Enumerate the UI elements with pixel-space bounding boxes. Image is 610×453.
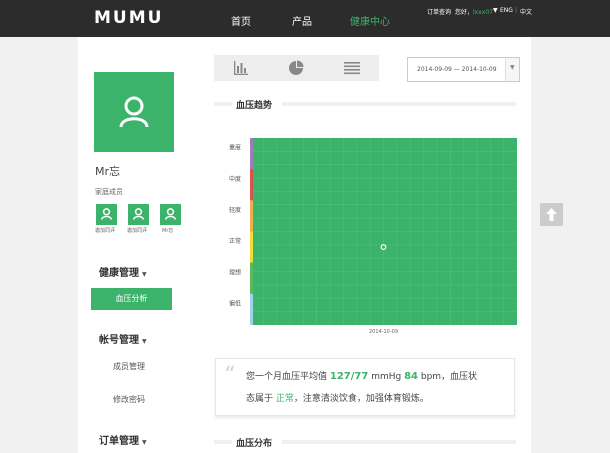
family-member-avatar[interactable]	[96, 204, 117, 225]
lang-cn-link[interactable]: 中文	[520, 7, 532, 16]
category-band	[250, 262, 253, 294]
category-band	[250, 293, 253, 325]
y-tick-label: 理想	[229, 268, 241, 276]
user-icon	[119, 96, 149, 128]
chevron-down-icon: ▼	[142, 439, 147, 446]
y-tick-label: 偏低	[229, 299, 241, 307]
family-member-avatar[interactable]	[128, 204, 149, 225]
arrow-up-icon	[546, 208, 557, 221]
summary-line-1: 您一个月血压平均值 127/77 mmHg 84 bpm，血压状	[246, 369, 477, 382]
summary-line-2: 态属于 正常，注意清淡饮食，加强体育锻炼。	[246, 391, 429, 404]
user-icon	[101, 208, 112, 220]
y-tick-label: 重度	[229, 144, 241, 152]
bp-summary-card	[215, 358, 515, 416]
summary-text: bpm，血压状	[418, 372, 478, 382]
category-band	[250, 231, 253, 263]
user-icon	[133, 208, 144, 220]
y-tick-label: 中度	[229, 175, 241, 183]
back-to-top-button[interactable]	[540, 203, 563, 226]
menu-account-management[interactable]: 帐号管理 ▼	[99, 331, 147, 346]
menu-item-bp-analysis[interactable]: 血压分析	[91, 288, 172, 310]
family-member-avatar[interactable]	[160, 204, 181, 225]
bar-chart-icon[interactable]	[233, 60, 249, 76]
summary-text: ，注意清淡饮食，加强体育锻炼。	[293, 394, 429, 404]
user-icon	[165, 208, 176, 220]
category-band	[250, 169, 253, 201]
lang-en-link[interactable]: ENG	[500, 7, 513, 14]
view-toggle-group	[214, 55, 379, 81]
section-divider	[282, 440, 516, 444]
menu-health-management[interactable]: 健康管理 ▼	[99, 264, 147, 279]
x-tick-label: 2014-10-09	[369, 329, 398, 335]
menu-title: 订单管理	[99, 436, 139, 447]
user-name: Mr忘	[95, 165, 121, 178]
section-divider	[214, 102, 232, 106]
username-link[interactable]: lxxx07	[473, 9, 493, 16]
avatar[interactable]	[94, 72, 174, 152]
section-divider	[214, 440, 232, 444]
family-member-label: 邀加同评	[127, 228, 148, 234]
section-title-trend: 血压趋势	[236, 101, 273, 111]
top-navbar: MUMU 首页 产品 健康中心 订单查询 您好，lxxx07 ▼ ENG | 中…	[0, 0, 610, 37]
date-range-picker[interactable]: 2014-09-09 — 2014-10-09 ▼	[407, 57, 520, 82]
lang-separator: |	[515, 7, 518, 14]
y-tick-label: 正常	[229, 237, 241, 245]
menu-order-management[interactable]: 订单管理 ▼	[99, 432, 147, 447]
user-dropdown-caret-icon[interactable]: ▼	[493, 7, 498, 14]
list-icon[interactable]	[344, 60, 360, 76]
quote-icon: “	[224, 363, 236, 388]
bp-status: 正常	[275, 394, 294, 404]
family-member-label: 邀加同评	[95, 228, 116, 234]
date-range-dropdown-button[interactable]: ▼	[505, 58, 519, 81]
chevron-down-icon: ▼	[510, 64, 515, 71]
family-members-label: 家庭成员	[95, 188, 123, 196]
chevron-down-icon: ▼	[142, 338, 147, 345]
order-query-link[interactable]: 订单查询	[427, 7, 451, 16]
bp-trend-chart: 重度中度轻度正常理想偏低 2014-10-09	[229, 138, 517, 335]
category-band	[250, 200, 253, 232]
data-point	[380, 244, 387, 250]
menu-title: 健康管理	[99, 268, 139, 279]
section-title-distribution: 血压分布	[236, 439, 273, 449]
pulse-value: 84	[404, 371, 418, 382]
nav-health-center[interactable]: 健康中心	[350, 13, 390, 28]
chevron-down-icon: ▼	[142, 271, 147, 278]
bp-average-value: 127/77	[329, 371, 369, 382]
logo[interactable]: MUMU	[94, 8, 163, 28]
date-range-value: 2014-09-09 — 2014-10-09	[417, 66, 497, 73]
nav-products[interactable]: 产品	[292, 13, 312, 28]
nav-home[interactable]: 首页	[231, 13, 251, 28]
menu-item-member-management[interactable]: 成员管理	[113, 361, 145, 372]
pie-chart-icon[interactable]	[288, 60, 304, 76]
menu-item-change-password[interactable]: 修改密码	[113, 394, 145, 405]
menu-title: 帐号管理	[99, 335, 139, 346]
summary-text: 态属于	[246, 394, 276, 404]
section-divider	[282, 102, 516, 106]
user-greeting: 您好，lxxx07	[455, 7, 493, 16]
category-band	[250, 138, 253, 170]
bp-unit: mmHg	[368, 372, 405, 382]
y-tick-label: 轻度	[229, 206, 241, 214]
summary-text: 您一个月血压平均值	[246, 372, 330, 382]
greeting-text: 您好，	[455, 9, 474, 16]
family-member-label: Mr忘	[162, 228, 174, 234]
